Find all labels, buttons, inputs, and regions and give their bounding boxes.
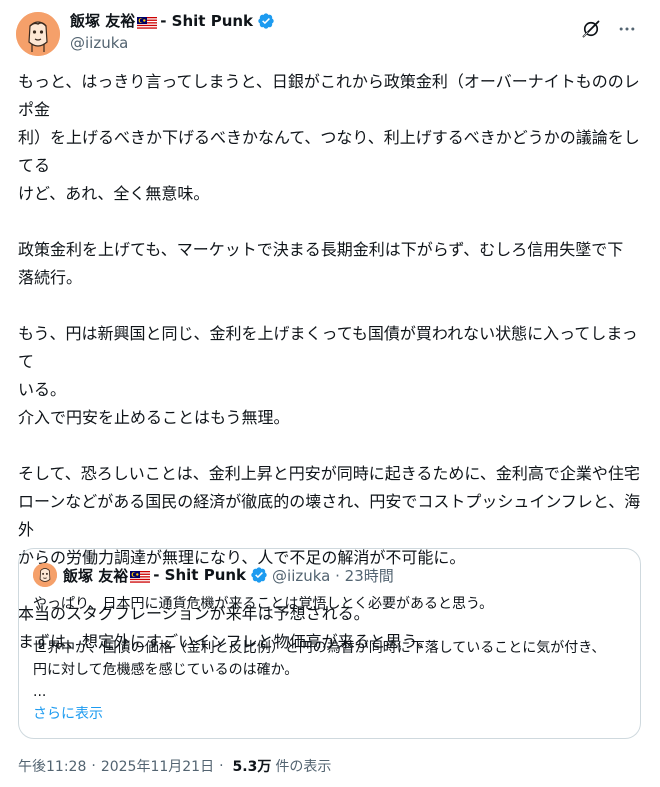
meta-separator: · [91,758,96,774]
view-count[interactable]: 5.3万 [233,756,272,776]
tweet-time[interactable]: 午後11:28 [18,756,86,776]
author-name-suffix[interactable]: - Shit Punk [160,11,253,31]
tweet-date[interactable]: 2025年11月21日 [101,756,214,776]
header-actions [574,12,644,46]
grok-icon [582,20,600,38]
tweet-header: 飯塚 友裕 - Shit Punk @iizuka [16,8,644,60]
tweet-line: 政策金利を上げても、マーケットで決まる長期金利は下がらず、むしろ信用失墜で下 [18,240,624,259]
avatar[interactable] [16,12,60,56]
tweet-line: 介入で円安を止めることはもう無理。 [18,408,290,427]
tweet-line: 利）を上げるべきか下げるべきかなんて、つなり、利上げするべきかどうかの議論をして… [18,128,640,175]
tweet-line: そして、恐ろしいことは、金利上昇と円安が同時に起きるために、金利高で企業や住宅 [18,464,640,483]
author-display-name[interactable]: 飯塚 友裕 [70,11,135,31]
tweet-detail: 飯塚 友裕 - Shit Punk @iizuka もっと、はっきり言ってしまう… [0,0,660,787]
quoted-author-name: 飯塚 友裕 [63,566,129,585]
quoted-tweet-card[interactable]: 飯塚 友裕 - Shit Punk @iizuka · 23時間 やっぱり、日本… [18,548,641,739]
quoted-line: やっぱり、日本円に通貨危機が来ることは覚悟しとく必要があると思う。 [33,596,494,612]
show-more-link[interactable]: さらに表示 [33,703,103,723]
verified-badge-icon [258,13,274,29]
tweet-line: もう、円は新興国と同じ、金利を上げまくっても国債が買われない状態に入ってしまって [18,324,638,371]
quoted-line [33,615,633,637]
author-names: 飯塚 友裕 - Shit Punk @iizuka [70,10,275,53]
tweet-line: いる。 [18,380,67,399]
quoted-tweet-header: 飯塚 友裕 - Shit Punk @iizuka · 23時間 [33,563,394,587]
tweet-line: ローンなどがある国民の経済が徹底的の壊され、円安でコストプッシュインフレと、海外 [18,492,641,539]
author-handle[interactable]: @iizuka [70,33,275,53]
malaysia-flag-icon [130,569,151,584]
quoted-author-suffix: - Shit Punk [153,566,247,584]
meta-separator: · [219,758,224,774]
quoted-avatar [33,563,57,587]
view-label: 件の表示 [275,759,332,775]
verified-badge-icon [251,567,267,583]
quoted-line: 円に対して危機感を感じているのは確か。 [33,662,299,678]
tweet-line: けど、あれ、全く無意味。 [18,184,210,203]
more-icon [619,27,635,31]
grok-button[interactable] [574,12,608,46]
tweet-line: 落続行。 [18,268,83,287]
quoted-line: ... [33,684,47,700]
author-name-row[interactable]: 飯塚 友裕 - Shit Punk [70,10,275,32]
tweet-meta: 午後11:28 · 2025年11月21日 · 5.3万 件の表示 [18,756,331,776]
quoted-tweet-text: やっぱり、日本円に通貨危機が来ることは覚悟しとく必要があると思う。 世界中が、国… [33,593,633,703]
malaysia-flag-icon [137,15,158,30]
quoted-line: 世界中が、国債の価格（金利と反比例）と円の為替が同時に下落していることに気が付き… [33,640,606,656]
quoted-handle-time: @iizuka · 23時間 [272,566,394,585]
more-button[interactable] [610,12,644,46]
tweet-line: もっと、はっきり言ってしまうと、日銀がこれから政策金利（オーバーナイトもののレポ… [18,72,640,119]
